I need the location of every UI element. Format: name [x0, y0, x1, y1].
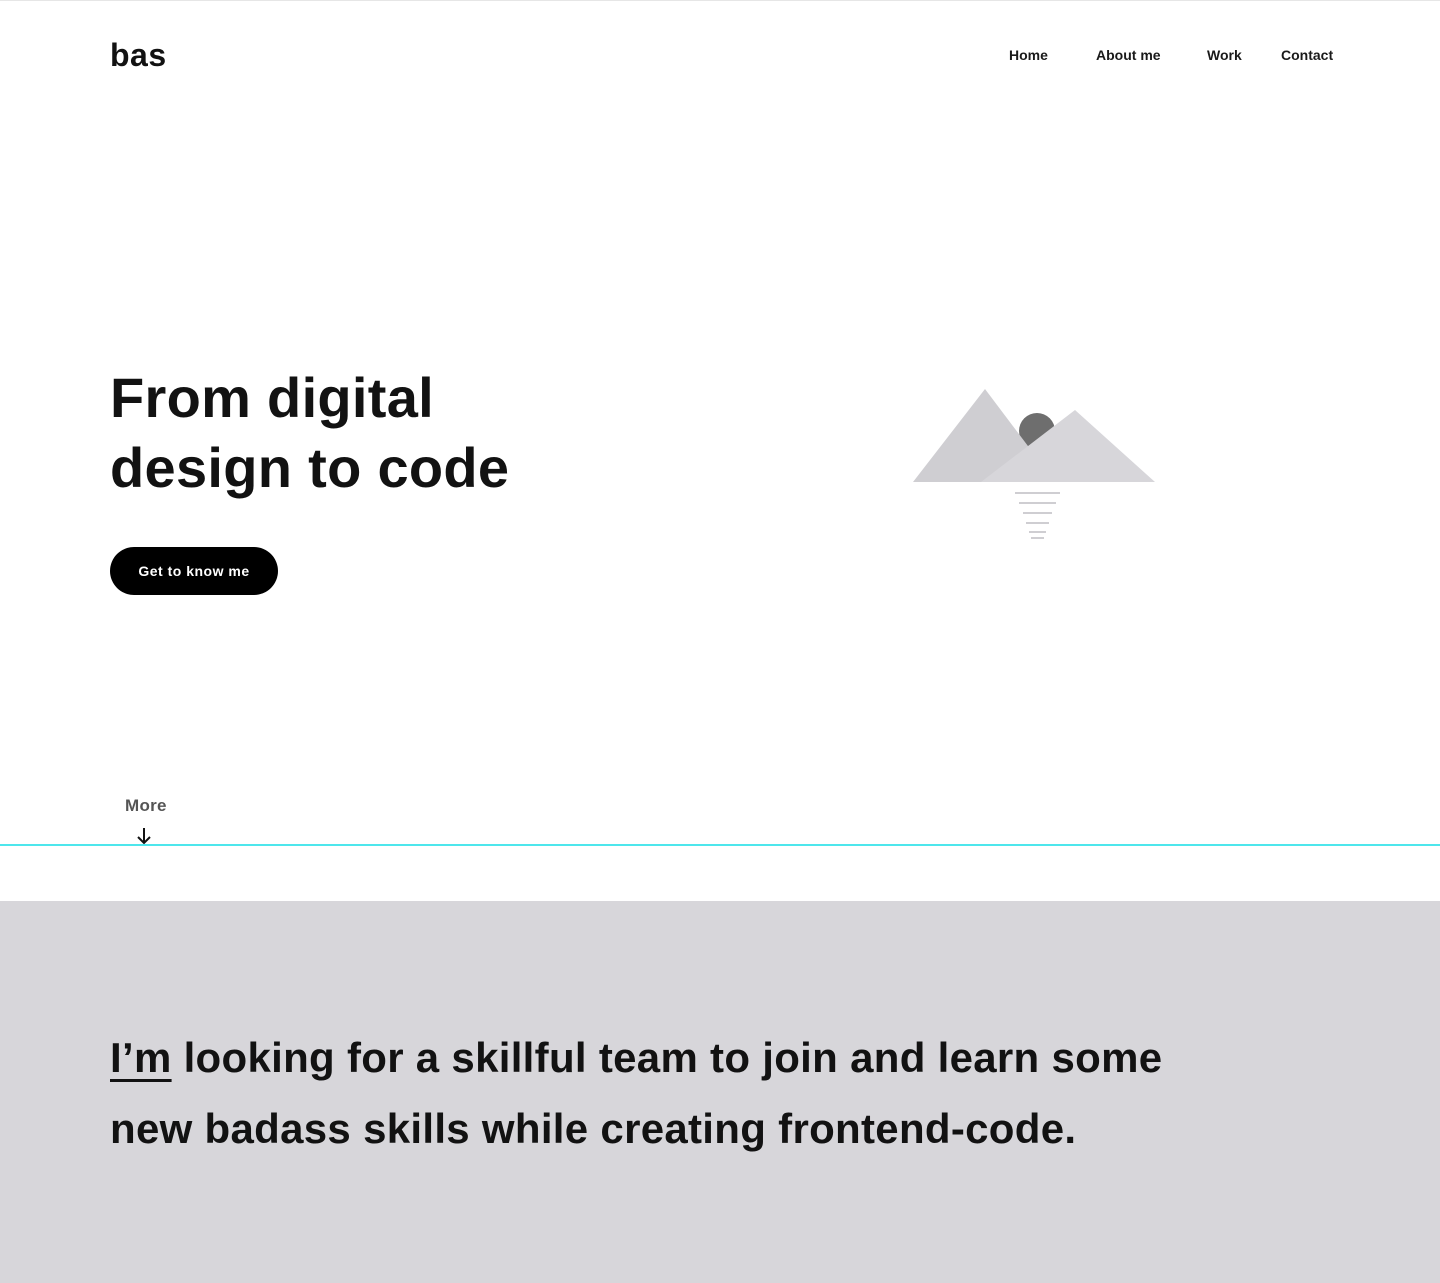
nav-home[interactable]: Home [1009, 47, 1048, 63]
hero-title: From digital design to code [110, 363, 670, 503]
statement-line-1: I’m looking for a skillful team to join … [110, 1022, 1340, 1093]
statement-highlight: I’m [110, 1034, 172, 1081]
get-to-know-me-button[interactable]: Get to know me [110, 547, 278, 595]
nav-work[interactable]: Work [1207, 47, 1242, 63]
arrow-down-icon[interactable] [136, 826, 152, 846]
main-nav: Home About me Work Contact [0, 47, 1440, 67]
statement-line-2: new badass skills while creating fronten… [110, 1105, 1077, 1152]
page: bas Home About me Work Contact From digi… [0, 0, 1440, 1283]
nav-contact[interactable]: Contact [1281, 47, 1333, 63]
hero-title-line-1: From digital [110, 366, 435, 429]
more-link[interactable]: More [125, 796, 167, 816]
hero-title-line-2: design to code [110, 436, 510, 499]
mountains-sun-icon [913, 389, 1155, 539]
accent-divider [0, 844, 1440, 846]
statement-line-1-text: looking for a skillful team to join and … [171, 1034, 1163, 1081]
about-statement: I’m looking for a skillful team to join … [110, 1022, 1340, 1164]
nav-about-me[interactable]: About me [1096, 47, 1161, 63]
about-section: I’m looking for a skillful team to join … [0, 901, 1440, 1283]
